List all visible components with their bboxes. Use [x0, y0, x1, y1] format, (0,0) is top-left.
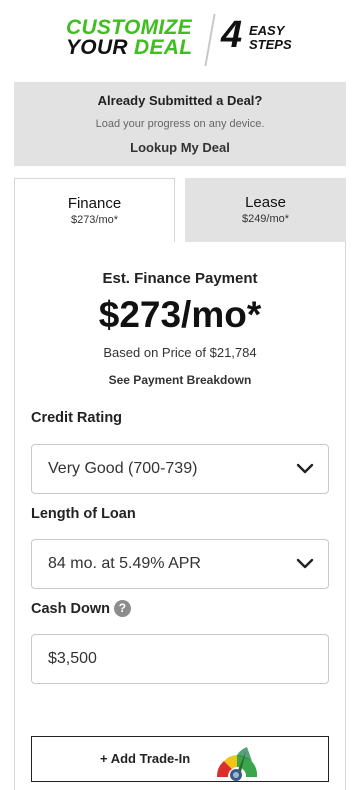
- estimate-based-on: Based on Price of $21,784: [103, 345, 257, 360]
- header-divider: [204, 14, 216, 66]
- cash-down-value: $3,500: [48, 650, 97, 667]
- brand-line2-deal: DEAL: [134, 36, 193, 59]
- chevron-down-icon: [296, 463, 314, 474]
- tab-finance[interactable]: Finance $273/mo*: [14, 178, 175, 242]
- finance-panel: Est. Finance Payment $273/mo* Based on P…: [14, 242, 346, 790]
- tab-lease[interactable]: Lease $249/mo*: [185, 178, 346, 242]
- cash-down-input[interactable]: $3,500: [31, 634, 329, 684]
- trade-gauge-icon: [216, 747, 258, 781]
- help-icon[interactable]: ?: [113, 600, 131, 617]
- tab-lease-price: $249/mo*: [241, 213, 290, 225]
- already-submitted-title: Already Submitted a Deal?: [97, 93, 263, 108]
- steps-number: 4: [221, 14, 243, 56]
- brand-logo: CUSTOMIZE YOUR DEAL: [66, 16, 193, 59]
- steps-text-steps: STEPS: [249, 37, 292, 52]
- estimate-amount: $273/mo*: [98, 294, 262, 335]
- already-submitted-box: Already Submitted a Deal? Load your prog…: [14, 82, 346, 166]
- lookup-deal-link[interactable]: Lookup My Deal: [14, 140, 346, 155]
- cash-down-label: Cash Down?: [31, 600, 131, 617]
- add-trade-in-button[interactable]: + Add Trade-In: [31, 736, 329, 782]
- estimate-title: Est. Finance Payment: [102, 270, 258, 287]
- loan-length-label: Length of Loan: [31, 506, 136, 522]
- steps-text: EASY STEPS: [249, 24, 292, 52]
- credit-rating-select[interactable]: Very Good (700-739): [31, 444, 329, 494]
- brand-line2-your: YOUR: [66, 36, 135, 59]
- payment-breakdown-link[interactable]: See Payment Breakdown: [15, 373, 345, 387]
- brand-line1: CUSTOMIZE: [66, 16, 192, 39]
- tab-finance-price: $273/mo*: [70, 214, 119, 226]
- steps-text-easy: EASY: [249, 23, 285, 38]
- payment-tabs: Finance $273/mo* Lease $249/mo*: [14, 178, 346, 242]
- tab-finance-label: Finance: [67, 195, 122, 212]
- already-submitted-subtitle: Load your progress on any device.: [95, 118, 265, 130]
- brand-line2: YOUR DEAL: [66, 36, 193, 59]
- add-trade-in-label: + Add Trade-In: [100, 751, 191, 766]
- loan-length-select[interactable]: 84 mo. at 5.49% APR: [31, 539, 329, 589]
- tab-lease-label: Lease: [245, 194, 286, 211]
- loan-length-value: 84 mo. at 5.49% APR: [48, 555, 201, 572]
- header: CUSTOMIZE YOUR DEAL 4 EASY STEPS: [0, 0, 360, 82]
- credit-rating-label: Credit Rating: [31, 410, 123, 426]
- chevron-down-icon: [296, 558, 314, 569]
- cash-down-label-text: Cash Down: [31, 601, 110, 617]
- credit-rating-value: Very Good (700-739): [48, 460, 198, 477]
